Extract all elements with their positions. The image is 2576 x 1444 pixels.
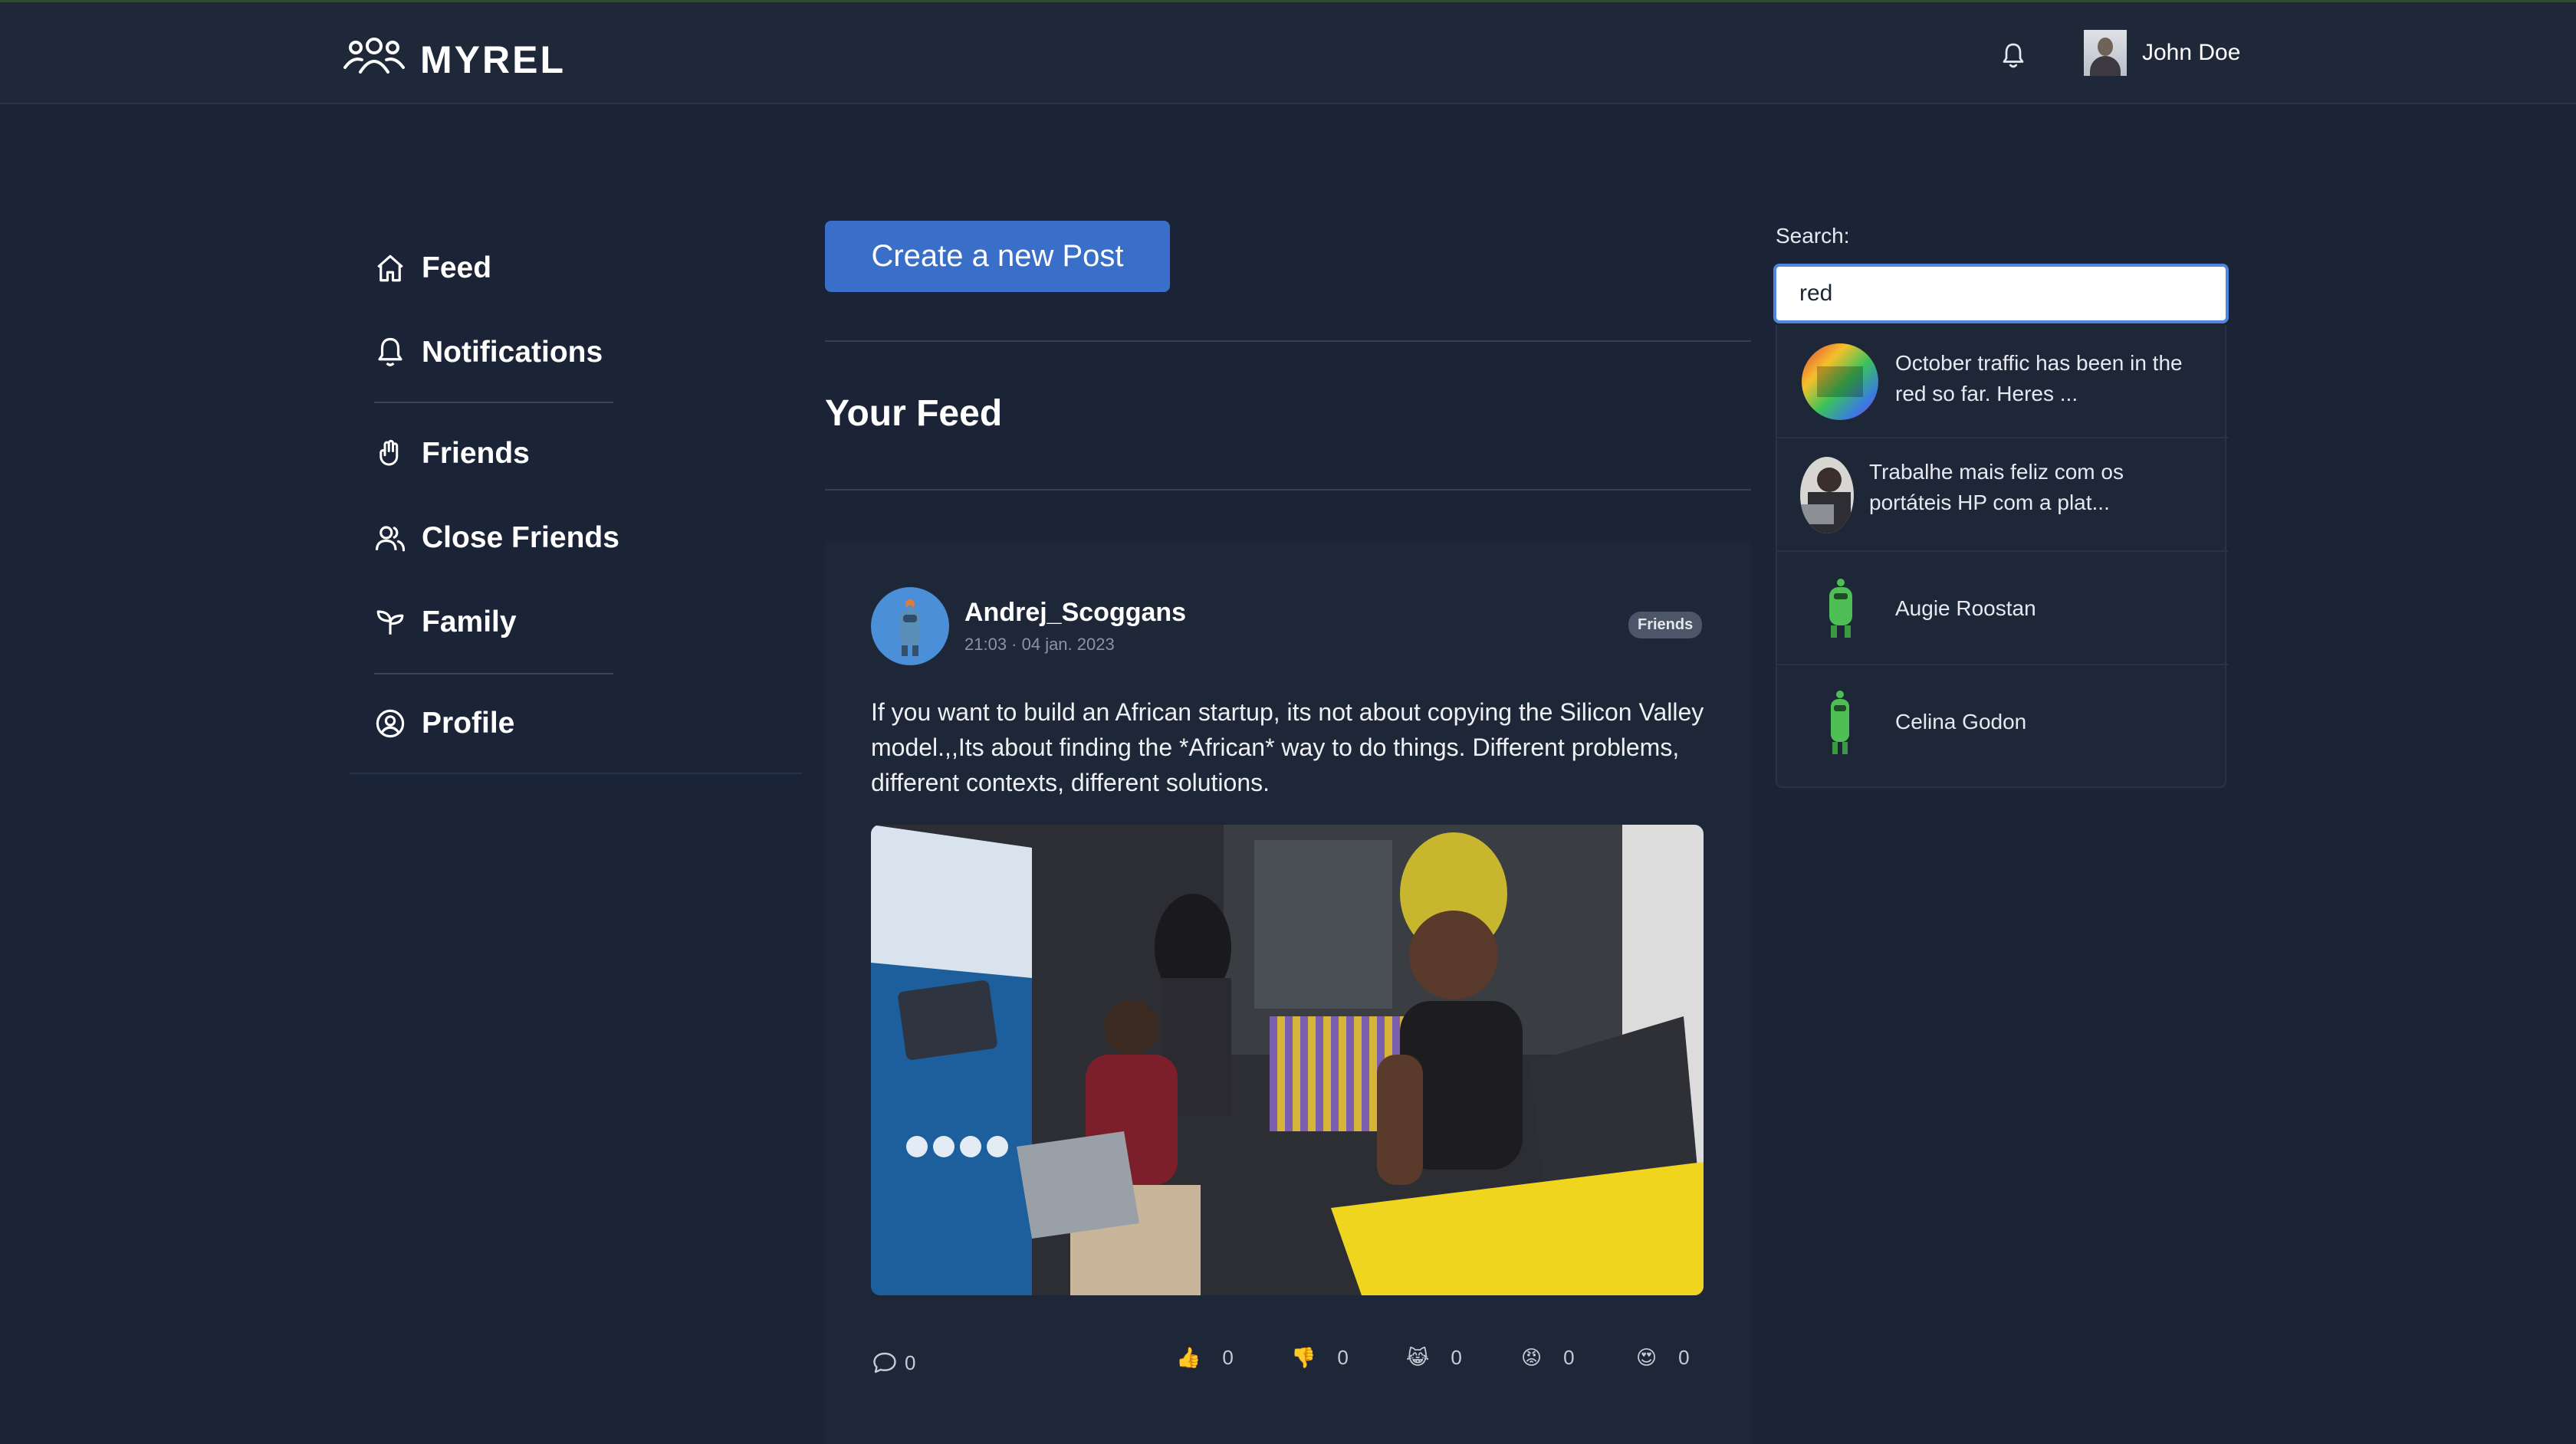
search-result-item[interactable]: Celina Godon (1777, 665, 2228, 779)
sidebar-item-label: Feed (422, 251, 492, 284)
reaction-thumbs-down[interactable]: 👎 0 (1291, 1346, 1349, 1370)
sidebar-item-feed[interactable]: Feed (374, 251, 491, 285)
hand-wave-icon (380, 439, 399, 466)
app-logo[interactable]: MYREL (343, 31, 566, 82)
post-timestamp: 21:03 · 04 jan. 2023 (964, 635, 1115, 654)
sidebar: Feed Notifications Friends Close Friends… (350, 230, 802, 774)
user-circle-icon (376, 709, 405, 738)
sidebar-item-notifications[interactable]: Notifications (374, 336, 603, 369)
reaction-count: 0 (1563, 1346, 1575, 1369)
reaction-heart-eyes[interactable]: 😍 0 (1636, 1346, 1690, 1370)
result-text: Augie Roostan (1895, 596, 2036, 620)
reaction-count: 0 (1337, 1346, 1349, 1369)
laughing-icon: 😹 (1406, 1346, 1430, 1369)
divider (825, 489, 1751, 491)
comment-count: 0 (905, 1350, 916, 1374)
heart-eyes-icon: 😍 (1636, 1346, 1658, 1369)
search-result-item[interactable]: October traffic has been in the red so f… (1777, 325, 2228, 438)
reaction-count: 0 (1678, 1346, 1690, 1369)
status-badge: Friends (1628, 612, 1703, 638)
create-post-button[interactable]: Create a new Post (825, 221, 1170, 292)
sidebar-item-label: Close Friends (422, 521, 619, 554)
users-icon (375, 526, 406, 552)
result-thumbnail (1802, 684, 1878, 760)
post-author[interactable]: Andrej_Scoggans (964, 598, 1186, 628)
reaction-count: 0 (1451, 1346, 1462, 1369)
sidebar-item-close-friends[interactable]: Close Friends (374, 521, 619, 555)
page-title: Your Feed (825, 393, 1003, 434)
top-bar: MYREL John Doe (0, 0, 2576, 104)
notification-bell-icon[interactable] (1999, 41, 2027, 71)
reaction-thumbs-up[interactable]: 👍 0 (1176, 1346, 1234, 1370)
sidebar-item-friends[interactable]: Friends (374, 437, 530, 471)
search-label: Search: (1776, 224, 1850, 248)
reaction-laughing[interactable]: 😹 0 (1406, 1346, 1462, 1370)
search-result-item[interactable]: Trabalhe mais feliz com os portáteis HP … (1777, 438, 2228, 552)
result-text: October traffic has been in the red so f… (1895, 351, 2183, 405)
reaction-count: 0 (1222, 1346, 1234, 1369)
post-text: If you want to build an African startup,… (871, 698, 1704, 796)
comment-button[interactable]: 0 (871, 1349, 915, 1377)
app-name: MYREL (420, 38, 566, 81)
comment-icon (873, 1352, 896, 1373)
result-text: Trabalhe mais feliz com os portáteis HP … (1869, 460, 2124, 514)
sidebar-item-label: Friends (422, 437, 530, 470)
robot-avatar-icon (900, 599, 920, 656)
search-results-dropdown: October traffic has been in the red so f… (1776, 325, 2228, 788)
sidebar-item-label: Notifications (422, 336, 603, 369)
sidebar-item-family[interactable]: Family (374, 605, 517, 639)
home-icon (377, 254, 403, 282)
office-photo-image (871, 825, 1704, 1295)
result-thumbnail (1802, 343, 1878, 420)
result-thumbnail (1802, 570, 1878, 647)
avatar (2084, 30, 2127, 76)
thumbs-down-icon: 👎 (1291, 1346, 1316, 1369)
result-text: Celina Godon (1895, 710, 2027, 733)
result-thumbnail (1800, 457, 1854, 533)
divider (374, 673, 613, 674)
sidebar-item-label: Family (422, 605, 517, 638)
reaction-angry[interactable]: 😡 0 (1521, 1346, 1575, 1370)
author-avatar[interactable] (871, 587, 949, 665)
post-card: Andrej_Scoggans 21:03 · 04 jan. 2023 Fri… (825, 541, 1751, 1444)
post-image[interactable] (871, 825, 1704, 1295)
sidebar-item-profile[interactable]: Profile (374, 707, 514, 740)
divider (825, 340, 1751, 342)
divider (374, 402, 613, 403)
user-menu[interactable]: John Doe (2084, 30, 2240, 76)
user-name: John Doe (2142, 40, 2241, 65)
search-result-item[interactable]: Augie Roostan (1777, 552, 2228, 665)
search-input[interactable] (1773, 264, 2229, 323)
thumbs-up-icon: 👍 (1176, 1346, 1201, 1369)
angry-icon: 😡 (1521, 1346, 1543, 1369)
bell-icon (378, 337, 402, 366)
sidebar-item-label: Profile (422, 707, 515, 740)
sprout-icon (376, 610, 404, 635)
people-group-icon (343, 38, 405, 74)
post-actions: 0 👍 0 👎 0 😹 0 😡 0 😍 0 (871, 1346, 1753, 1384)
